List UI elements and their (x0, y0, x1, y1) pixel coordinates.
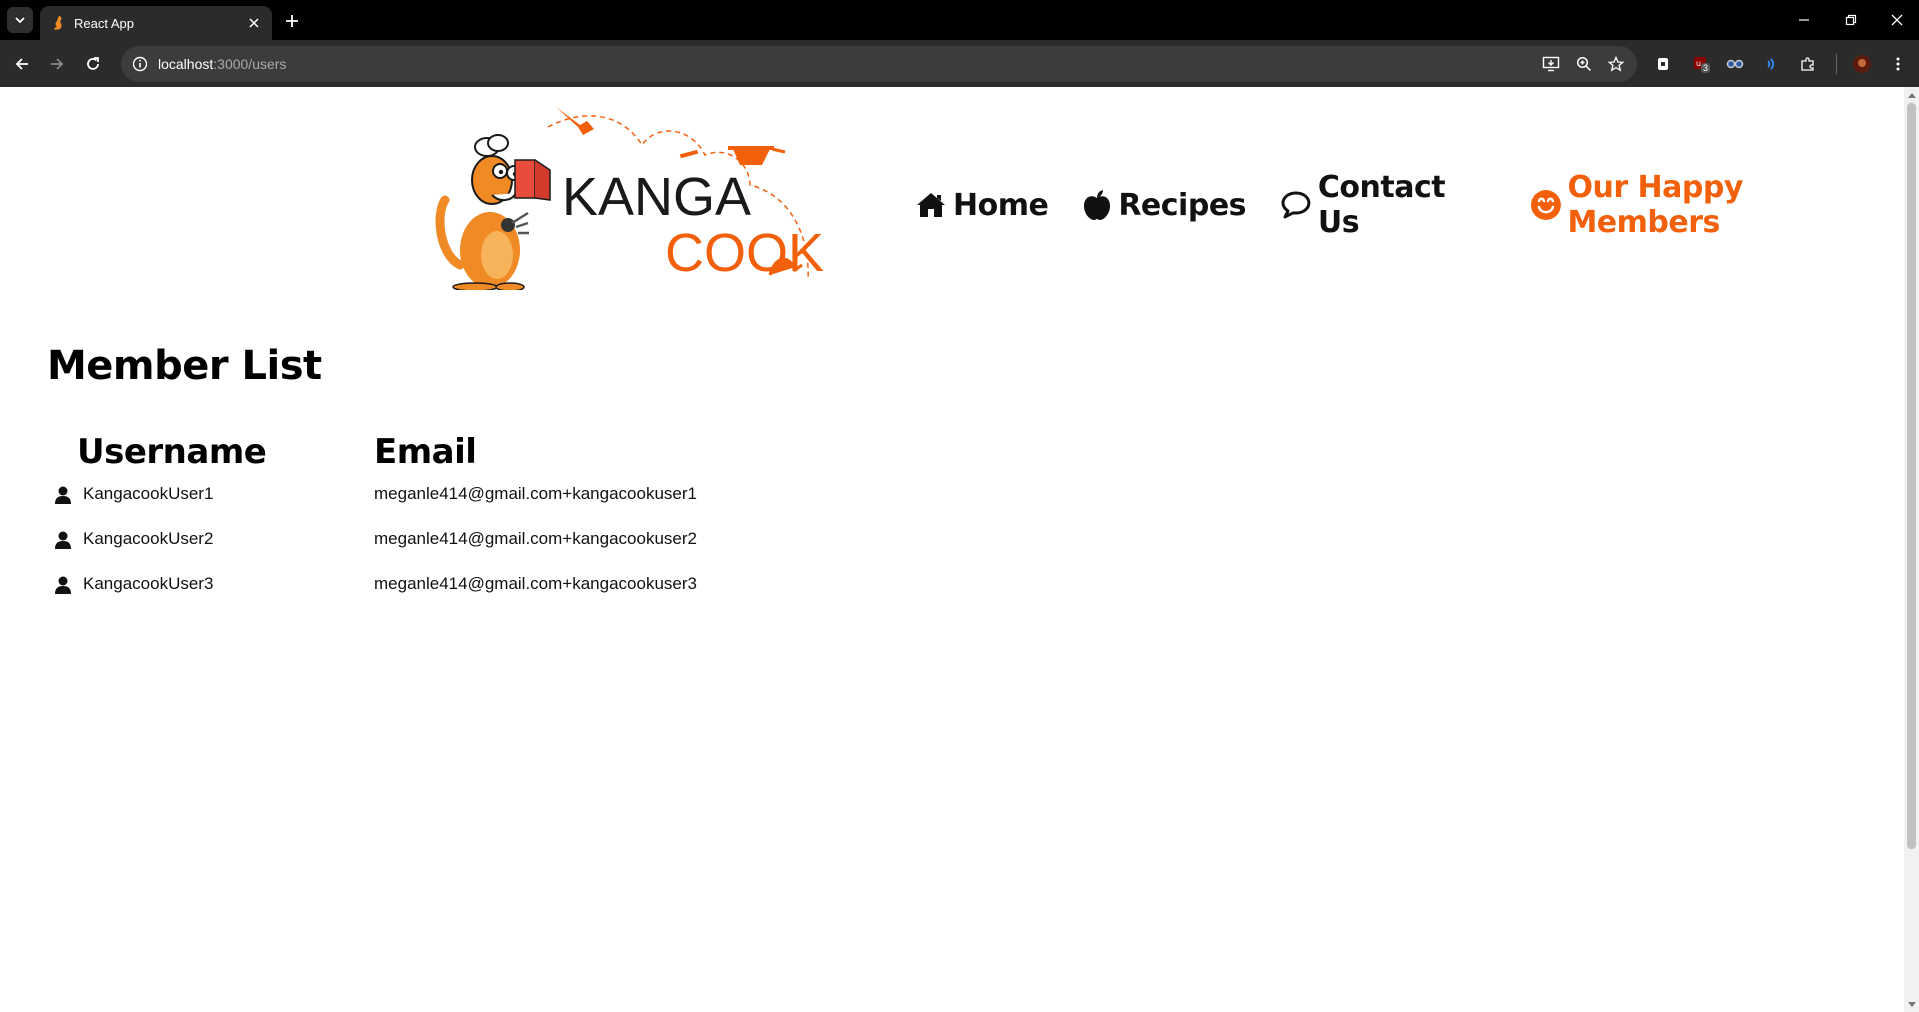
table-row: KangacookUser2 meganle414@gmail.com+kang… (47, 527, 747, 557)
scroll-down-arrow-icon[interactable] (1907, 1000, 1916, 1009)
extensions-puzzle-icon[interactable] (1796, 52, 1820, 76)
user-icon (55, 486, 71, 504)
bookmark-star-icon[interactable] (1604, 52, 1628, 76)
chevron-down-icon (15, 17, 25, 24)
profile-avatar[interactable] (1850, 52, 1874, 76)
new-tab-button[interactable] (280, 9, 304, 33)
column-header-email: Email (374, 432, 477, 472)
arrow-right-icon (51, 58, 64, 70)
install-app-icon[interactable] (1539, 52, 1563, 76)
speech-bubble-icon (1281, 191, 1311, 219)
vertical-scrollbar[interactable] (1904, 87, 1919, 1012)
tab-search-button[interactable] (7, 7, 33, 33)
nav-contact-us[interactable]: Contact Us (1280, 170, 1496, 240)
nav-our-happy-members[interactable]: Our Happy Members (1530, 170, 1904, 240)
extension-sound-icon[interactable] (1759, 52, 1783, 76)
email-cell: meganle414@gmail.com+kangacookuser1 (374, 484, 697, 503)
extension-badge: 3 (1701, 63, 1711, 73)
close-window-button[interactable] (1882, 8, 1912, 32)
forward-button[interactable] (43, 50, 71, 78)
scroll-up-arrow-icon[interactable] (1907, 90, 1916, 99)
restore-icon (1845, 14, 1857, 26)
nav-recipes[interactable]: Recipes (1082, 187, 1247, 223)
nav-home[interactable]: Home (915, 187, 1049, 223)
restore-button[interactable] (1836, 8, 1866, 32)
extension-clipboard-icon[interactable] (1651, 52, 1675, 76)
nav-our-happy-members-label: Our Happy Members (1567, 170, 1743, 240)
tab-bar: React App (0, 0, 1919, 40)
email-cell: meganle414@gmail.com+kangacookuser3 (374, 574, 697, 593)
close-icon (249, 18, 259, 28)
page-content: KANGA COOK Home Recipes Contact Us Our H… (0, 87, 1904, 1012)
close-tab-button[interactable] (244, 13, 264, 33)
kangacook-logo[interactable]: KANGA COOK (430, 105, 880, 290)
nav-contact-us-label: Contact Us (1317, 170, 1446, 240)
username-cell: KangacookUser2 (83, 529, 214, 548)
url-host: localhost (158, 56, 214, 72)
extension-glasses-icon[interactable] (1723, 52, 1747, 76)
username-cell: KangacookUser3 (83, 574, 214, 593)
smiley-icon (1530, 190, 1561, 220)
email-cell: meganle414@gmail.com+kangacookuser2 (374, 529, 697, 548)
minimize-icon (1799, 19, 1809, 21)
logo-line2: COOK (665, 223, 824, 283)
close-icon (1891, 14, 1903, 26)
table-row: KangacookUser3 meganle414@gmail.com+kang… (47, 572, 747, 602)
user-icon (55, 531, 71, 549)
url-text: localhost:3000/users (158, 56, 286, 72)
extension-ublock-icon[interactable]: u 3 (1689, 52, 1713, 76)
nav-home-label: Home (953, 187, 1049, 223)
site-header: KANGA COOK Home Recipes Contact Us Our H… (0, 87, 1904, 297)
browser-menu-icon[interactable] (1886, 52, 1910, 76)
address-bar[interactable]: localhost:3000/users (121, 46, 1637, 82)
page-title: Member List (47, 343, 322, 389)
plus-icon (286, 15, 298, 27)
scrollbar-thumb[interactable] (1907, 103, 1916, 849)
column-header-username: Username (77, 432, 267, 472)
table-row: KangacookUser1 meganle414@gmail.com+kang… (47, 482, 747, 512)
user-icon (55, 576, 71, 594)
arrow-left-icon (15, 58, 28, 70)
reload-icon (87, 57, 99, 70)
site-info-icon[interactable] (128, 52, 152, 76)
toolbar-divider (1836, 54, 1837, 74)
reload-button[interactable] (79, 50, 107, 78)
url-path: :3000/users (213, 56, 287, 72)
apple-icon (1084, 190, 1111, 220)
nav-recipes-label: Recipes (1118, 187, 1247, 223)
minimize-button[interactable] (1789, 8, 1819, 32)
home-icon (917, 193, 945, 217)
back-button[interactable] (8, 50, 36, 78)
kangaroo-favicon-icon (50, 15, 66, 31)
username-cell: KangacookUser1 (83, 484, 214, 503)
logo-line1: KANGA (562, 167, 751, 227)
tab-title: React App (74, 15, 134, 31)
zoom-icon[interactable] (1572, 52, 1596, 76)
tab-react-app[interactable]: React App (40, 6, 272, 40)
main-nav: Home Recipes Contact Us Our Happy Member… (915, 170, 1904, 240)
browser-toolbar: localhost:3000/users u 3 (0, 40, 1919, 87)
